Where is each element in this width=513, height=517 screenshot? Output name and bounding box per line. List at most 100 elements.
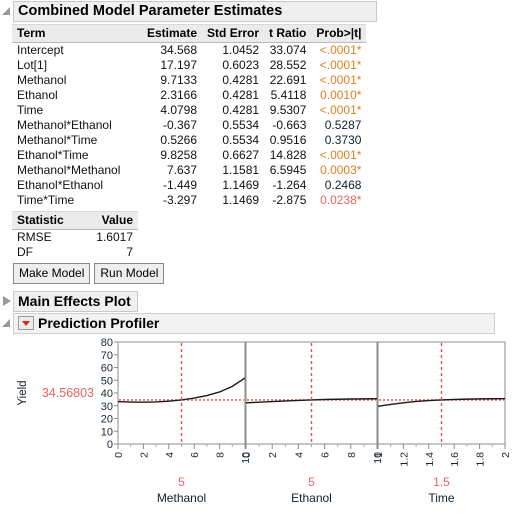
x-axis-tick-label: 1 [373, 452, 385, 458]
table-row[interactable]: Ethanol*Time 9.8258 0.6627 14.828 <.0001* [12, 148, 366, 163]
factor-current-value-ethanol[interactable]: 5 [308, 475, 315, 489]
table-row[interactable]: Ethanol 2.3166 0.4281 5.4118 0.0010* [12, 88, 366, 103]
x-axis-tick-label: 6 [320, 452, 332, 458]
profiler-panel-ethanol[interactable]: 0 2 4 6 8 105Ethanol [241, 341, 384, 505]
column-header-term[interactable]: Term [12, 24, 142, 43]
table-row[interactable]: Time 4.0798 0.4281 9.5307 <.0001* [12, 103, 366, 118]
cell-estimate: 9.8258 [160, 148, 198, 162]
cell-term: Ethanol*Time [17, 148, 89, 162]
x-axis-tick-label: 8 [346, 452, 358, 458]
cell-std-error: 0.4281 [222, 103, 260, 117]
table-row[interactable]: Intercept 34.568 1.0452 33.074 <.0001* [12, 43, 366, 59]
factor-axis-title-ethanol: Ethanol [291, 491, 332, 505]
cell-statistic: RMSE [17, 230, 52, 244]
cell-t-ratio: 5.4118 [270, 88, 307, 102]
cell-estimate: 2.3166 [160, 88, 198, 102]
cell-std-error: 0.6627 [222, 148, 260, 162]
profiler-panel-methanol[interactable]: 0 2 4 6 8 105Methanol [113, 341, 252, 505]
cell-term: Methanol*Methanol [17, 163, 121, 177]
column-header-prob[interactable]: Prob>|t| [311, 24, 367, 43]
profiler-panel-time[interactable]: 1 1.2 1.4 1.6 1.8 2 1.5 Time [373, 341, 512, 505]
table-row[interactable]: Methanol*Ethanol -0.367 0.5534 -0.663 0.5287 [12, 118, 366, 133]
table-header-row: Term Estimate Std Error t Ratio Prob>|t| [12, 24, 367, 43]
table-row[interactable]: Methanol*Methanol 7.637 1.1581 6.5945 0.0003… [12, 163, 366, 178]
cell-estimate: 0.5266 [160, 133, 198, 147]
factor-current-value-time[interactable]: 1.5 [433, 475, 450, 489]
cell-prob: <.0001* [319, 103, 362, 117]
cell-term: Time [17, 103, 44, 117]
cell-prob: 0.0010* [320, 88, 362, 102]
disclosure-triangle-closed-icon[interactable] [0, 292, 13, 310]
cell-estimate: 7.637 [167, 163, 198, 177]
table-row[interactable]: Time*Time -3.297 1.1469 -2.875 0.0238* [12, 193, 366, 208]
run-model-button[interactable]: Run Model [94, 263, 165, 284]
cell-t-ratio: 9.5307 [269, 103, 307, 117]
cell-statistic: DF [17, 245, 33, 259]
cell-term: Intercept [17, 43, 64, 57]
outline-header-prediction-profiler[interactable]: Prediction Profiler [0, 312, 495, 334]
cell-term: Lot[1] [17, 58, 48, 72]
cell-estimate: 34.568 [160, 43, 198, 57]
cell-std-error: 0.5534 [222, 133, 260, 147]
cell-std-error: 1.1469 [222, 178, 260, 192]
stats-row: DF 7 [12, 245, 138, 260]
x-axis-tick-label: 0 [241, 452, 253, 458]
stats-header-row: Statistic Value [12, 211, 138, 230]
cell-t-ratio: -1.264 [272, 178, 307, 192]
prediction-value-label[interactable]: 34.56803 [42, 386, 94, 400]
cell-t-ratio: -0.663 [272, 118, 307, 132]
y-axis-tick-label: 80 [101, 337, 113, 349]
cell-term: Time*Time [17, 193, 75, 207]
column-header-statistic[interactable]: Statistic [12, 211, 80, 230]
table-row[interactable]: Methanol 9.7133 0.4281 22.691 <.0001* [12, 73, 366, 88]
outline-header-combined-model[interactable]: Combined Model Parameter Estimates [0, 0, 377, 22]
column-header-t-ratio[interactable]: t Ratio [264, 24, 312, 43]
cell-estimate: -0.367 [163, 118, 198, 132]
make-model-button[interactable]: Make Model [13, 263, 91, 284]
red-triangle-menu-icon[interactable] [18, 315, 34, 330]
cell-t-ratio: 0.9516 [269, 133, 307, 147]
cell-t-ratio: 33.074 [269, 43, 307, 57]
cell-std-error: 1.0452 [222, 43, 260, 57]
x-axis-tick-label: 2 [138, 452, 150, 458]
column-header-value[interactable]: Value [80, 211, 138, 230]
cell-estimate: -3.297 [163, 193, 198, 207]
cell-prob: 0.5287 [324, 118, 362, 132]
x-axis-tick-label: 1.8 [475, 452, 487, 467]
cell-prob: 0.0003* [320, 163, 362, 177]
factor-axis-title-methanol: Methanol [157, 491, 206, 505]
x-axis-tick-label: 1.6 [449, 452, 461, 467]
cell-std-error: 0.4281 [222, 73, 260, 87]
x-axis-tick-label: 2 [500, 452, 512, 458]
table-row[interactable]: Lot[1] 17.197 0.6023 28.552 <.0001* [12, 58, 366, 73]
cell-estimate: 9.7133 [160, 73, 198, 87]
cell-std-error: 0.6023 [222, 58, 260, 72]
cell-std-error: 0.4281 [222, 88, 260, 102]
cell-std-error: 1.1469 [222, 193, 260, 207]
cell-term: Methanol [17, 73, 67, 87]
prediction-profiler-plot[interactable]: Yield 34.56803 0 10 20 30 40 50 60 70 80 0 2 4 6 8 10 5 Me… [0, 336, 513, 517]
column-header-estimate[interactable]: Estimate [142, 24, 203, 43]
column-header-std-error[interactable]: Std Error [202, 24, 265, 43]
cell-value: 1.6017 [96, 230, 133, 244]
outline-header-main-effects-plot[interactable]: Main Effects Plot [0, 290, 138, 312]
y-axis-tick-label: 20 [101, 414, 113, 426]
cell-prob: <.0001* [319, 73, 362, 87]
factor-current-value-methanol[interactable]: 5 [178, 475, 185, 489]
table-row[interactable]: Methanol*Time 0.5266 0.5534 0.9516 0.3730 [12, 133, 366, 148]
cell-std-error: 1.1581 [222, 163, 260, 177]
y-axis-tick-label: 40 [101, 388, 113, 400]
table-row[interactable]: Ethanol*Ethanol -1.449 1.1469 -1.264 0.2468 [12, 178, 366, 193]
cell-prob: <.0001* [319, 148, 362, 162]
x-axis-tick-label: 1.2 [398, 452, 410, 467]
disclosure-triangle-open-icon[interactable] [0, 2, 13, 20]
x-axis-tick-label: 4 [293, 452, 305, 458]
cell-t-ratio: 6.5945 [269, 163, 307, 177]
cell-t-ratio: 22.691 [269, 73, 307, 87]
panel-title-prediction-profiler: Prediction Profiler [38, 314, 160, 331]
y-axis-tick-label: 10 [101, 426, 113, 438]
cell-term: Methanol*Ethanol [17, 118, 112, 132]
y-axis-tick-label: 0 [107, 439, 113, 451]
cell-std-error: 0.5534 [222, 118, 260, 132]
disclosure-triangle-open-icon[interactable] [0, 314, 13, 332]
